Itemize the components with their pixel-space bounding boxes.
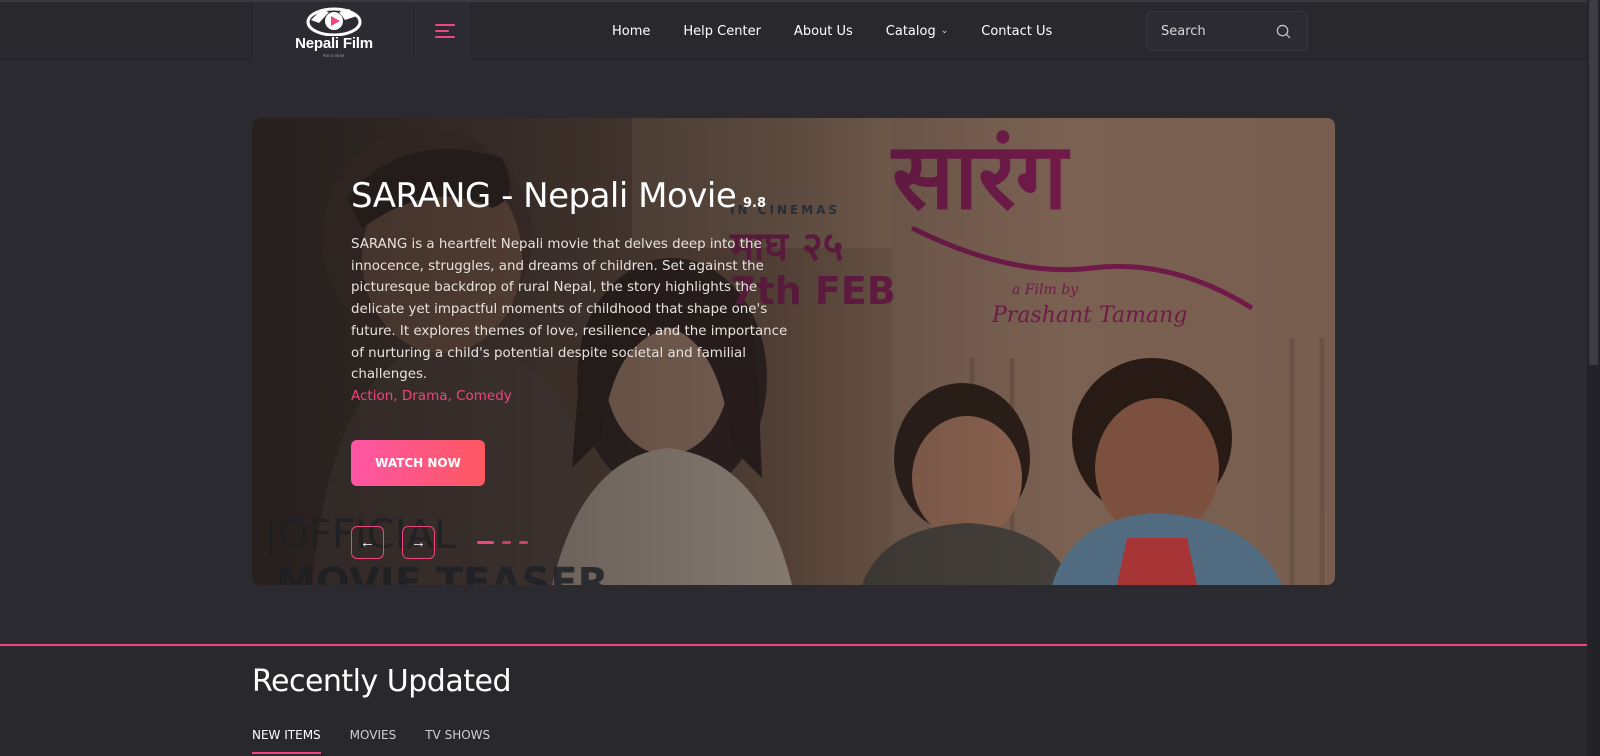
recently-updated-section xyxy=(0,646,1587,756)
slide-dot-1[interactable] xyxy=(477,541,494,544)
logo-subtext: REVIEW xyxy=(323,53,345,58)
nav-help-center[interactable]: Help Center xyxy=(683,24,761,39)
search-icon[interactable] xyxy=(1276,24,1291,39)
hamburger-menu-button[interactable] xyxy=(414,2,472,60)
chevron-down-icon: ⌄ xyxy=(940,26,949,36)
hamburger-icon-line xyxy=(435,36,455,38)
nav-about-us[interactable]: About Us xyxy=(794,24,853,39)
slide-indicators xyxy=(477,541,536,544)
tab-new-items[interactable]: NEW ITEMS xyxy=(252,728,321,754)
nav-about-us-label: About Us xyxy=(793,23,853,39)
nav-help-center-label: Help Center xyxy=(683,23,761,39)
section-title: Recently Updated xyxy=(252,664,512,699)
page-scrollbar[interactable] xyxy=(1587,0,1600,756)
arrow-right-icon: → xyxy=(411,534,426,551)
nav-contact-us[interactable]: Contact Us xyxy=(981,24,1052,39)
watch-now-button[interactable]: WATCH NOW xyxy=(351,440,485,486)
hamburger-icon xyxy=(435,24,455,26)
content-tabs: NEW ITEMS MOVIES TV SHOWS xyxy=(252,728,519,754)
hero-description: SARANG is a heartfelt Nepali movie that … xyxy=(351,237,788,383)
scrollbar-thumb[interactable] xyxy=(1589,0,1598,365)
tab-tv-shows[interactable]: TV SHOWS xyxy=(425,728,490,754)
slide-dot-3[interactable] xyxy=(519,541,528,544)
prev-slide-button[interactable]: ← xyxy=(351,526,384,559)
search-box xyxy=(1146,11,1308,51)
main-nav: Home Help Center About Us Catalog ⌄ Conta… xyxy=(612,2,1085,60)
tab-movies[interactable]: MOVIES xyxy=(350,728,397,754)
nav-catalog-label: Catalog xyxy=(885,23,936,39)
logo-text: Nepali Film xyxy=(295,35,373,52)
slide-dot-2[interactable] xyxy=(502,541,511,544)
nav-home[interactable]: Home xyxy=(612,24,650,39)
nav-home-label: Home xyxy=(612,23,651,39)
film-reel-logo-icon xyxy=(306,7,362,36)
site-header: Nepali Film REVIEW Home Help Center Abou… xyxy=(0,2,1587,60)
header-inner: Nepali Film REVIEW Home Help Center Abou… xyxy=(252,2,1308,60)
arrow-left-icon: ← xyxy=(360,534,375,551)
next-slide-button[interactable]: → xyxy=(402,526,435,559)
hero-title: SARANG - Nepali Movie xyxy=(351,176,737,216)
rating-badge: 9.8 xyxy=(743,196,767,211)
genre-links[interactable]: Action, Drama, Comedy xyxy=(351,388,512,404)
hamburger-icon-line xyxy=(435,30,449,32)
hero-slider: सारंग IN CINEMAS माघ २५ 7th FEB a Film b… xyxy=(252,118,1335,585)
search-input[interactable] xyxy=(1161,23,1271,39)
logo[interactable]: Nepali Film REVIEW xyxy=(252,2,414,60)
nav-contact-us-label: Contact Us xyxy=(981,23,1053,39)
nav-catalog[interactable]: Catalog ⌄ xyxy=(886,24,948,39)
